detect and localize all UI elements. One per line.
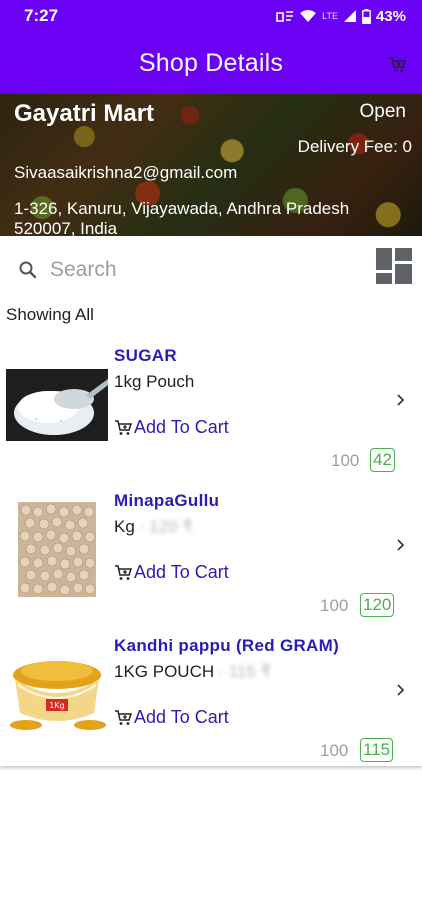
battery-percent: 43% <box>375 7 406 25</box>
add-to-cart-button[interactable]: Add To Cart <box>114 417 229 438</box>
shop-address-line2: 520007, India <box>14 219 118 236</box>
cart-icon[interactable] <box>388 56 406 74</box>
shop-address: 1-326, Kanuru, Vijayawada, Andhra Prades… <box>14 199 350 218</box>
add-to-cart-label: Add To Cart <box>134 707 229 727</box>
wifi-calling-icon <box>276 11 294 22</box>
chevron-right-icon[interactable] <box>396 683 406 697</box>
product-card[interactable]: SUGAR 1kg Pouch Add To Cart 100 42 <box>0 331 422 476</box>
filter-label: Showing All <box>6 305 94 324</box>
battery-icon <box>362 8 371 24</box>
add-to-cart-button[interactable]: Add To Cart <box>114 707 229 728</box>
svg-text:1Kg: 1Kg <box>49 701 64 710</box>
network-type: LTE <box>322 11 338 21</box>
app-bar: Shop Details <box>0 32 422 94</box>
product-mrp: 100 <box>320 596 349 615</box>
add-to-cart-label: Add To Cart <box>134 562 229 582</box>
product-name: MinapaGullu <box>114 491 220 510</box>
cart-add-icon <box>115 419 132 435</box>
add-to-cart-button[interactable]: Add To Cart <box>114 562 229 583</box>
product-price: 115 <box>360 738 394 762</box>
product-image-sugar <box>6 357 108 452</box>
product-image-urad-dal <box>6 502 108 597</box>
delivery-fee: Delivery Fee: 0 <box>297 137 412 156</box>
search-input[interactable] <box>50 254 350 286</box>
product-unit: 1KG POUCH - 115 ₹ <box>114 662 272 681</box>
wifi-icon <box>300 10 317 22</box>
product-card[interactable]: 1Kg Kandhi pappu (Red GRAM) 1KG POUCH - 1… <box>0 621 422 766</box>
product-unit-price-blurred: - 115 ₹ <box>218 662 272 681</box>
product-unit-price-blurred: - 120 ₹ <box>138 517 194 536</box>
status-time: 7:27 <box>24 6 59 25</box>
signal-icon <box>343 10 356 22</box>
add-to-cart-label: Add To Cart <box>134 417 229 437</box>
status-bar: 7:27 LTE 43% <box>0 0 422 32</box>
product-unit: 1kg Pouch <box>114 372 195 391</box>
product-unit: Kg - 120 ₹ <box>114 517 194 536</box>
status-icons: LTE 43% <box>276 8 406 25</box>
search-icon <box>19 261 37 279</box>
chevron-right-icon[interactable] <box>396 538 406 552</box>
product-price: 42 <box>370 448 395 472</box>
shop-status: Open <box>359 101 406 122</box>
grid-view-toggle-icon[interactable] <box>376 248 412 284</box>
shop-email: Sivaasaikrishna2@gmail.com <box>14 163 238 182</box>
page-title: Shop Details <box>138 48 284 77</box>
product-card[interactable]: MinapaGullu Kg - 120 ₹ Add To Cart 100 12… <box>0 476 422 621</box>
search-bar <box>0 246 422 294</box>
product-list: SUGAR 1kg Pouch Add To Cart 100 42 Minap… <box>0 331 422 766</box>
cart-add-icon <box>115 564 132 580</box>
product-mrp: 100 <box>320 741 349 760</box>
shop-name: Gayatri Mart <box>14 100 155 127</box>
product-name: SUGAR <box>114 346 177 365</box>
product-image-toor-dal: 1Kg <box>6 647 108 742</box>
product-mrp: 100 <box>331 451 360 470</box>
shop-banner: Gayatri Mart Open Delivery Fee: 0 Sivaas… <box>0 94 422 236</box>
product-price: 120 <box>360 593 395 617</box>
product-name: Kandhi pappu (Red GRAM) <box>114 636 340 655</box>
cart-add-icon <box>115 709 132 725</box>
chevron-right-icon[interactable] <box>396 393 406 407</box>
